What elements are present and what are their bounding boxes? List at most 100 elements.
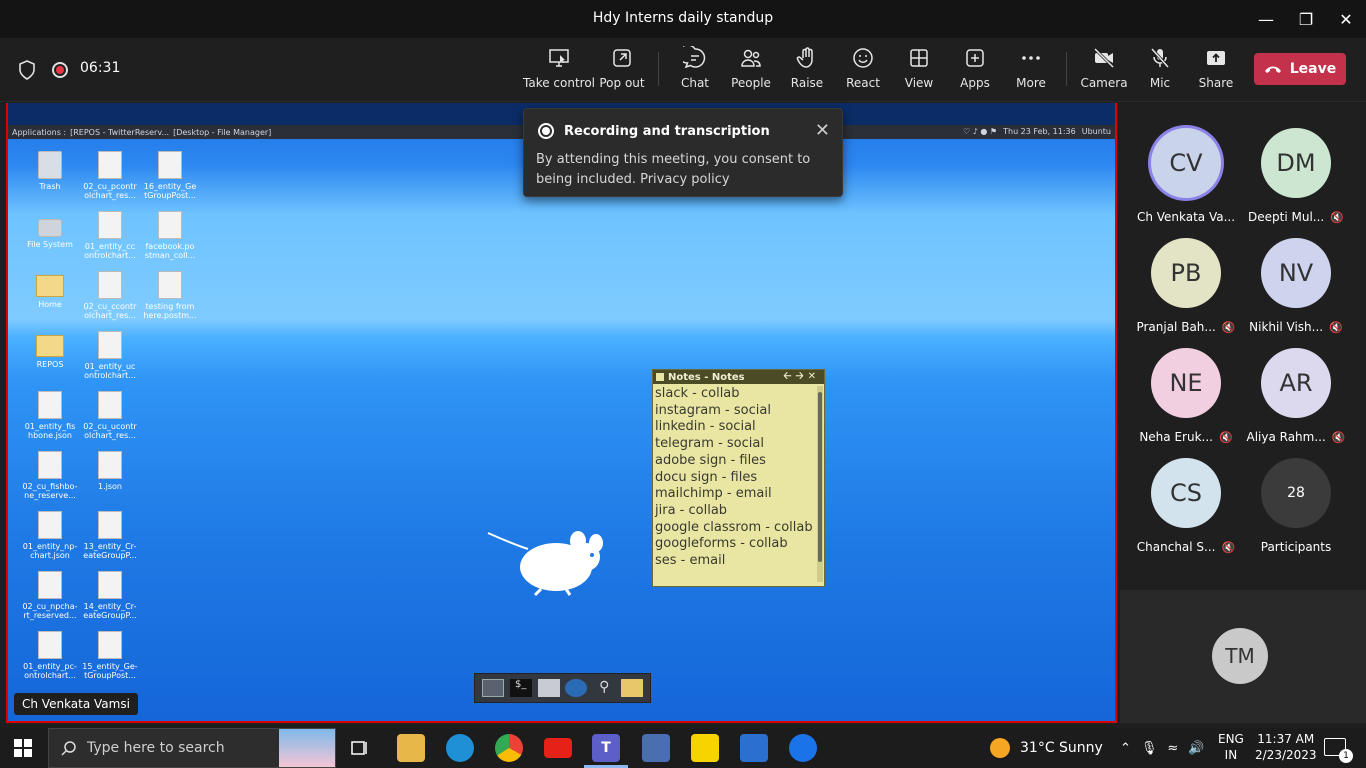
take-control-button[interactable]: Take control	[523, 46, 595, 98]
participant-tile[interactable]: CV Ch Venkata Va...	[1131, 128, 1241, 238]
home-folder-icon[interactable]	[537, 679, 560, 697]
desktop-icon[interactable]: 02_cu_pcontr olchart_res...	[80, 151, 140, 200]
camera-button[interactable]: Camera	[1080, 46, 1128, 98]
desktop-icon[interactable]: 01_entity_cc ontrolchart...	[80, 211, 140, 260]
desktop-icon[interactable]: 16_entity_Ge tGroupPost...	[140, 151, 200, 200]
taskbar-window-file-manager: [Desktop - File Manager]	[173, 127, 272, 137]
participant-name-row: Chanchal S... 🔇	[1131, 540, 1241, 554]
desktop-icon[interactable]: Trash	[20, 151, 80, 191]
language-indicator[interactable]: ENG IN	[1218, 731, 1244, 763]
volume-icon[interactable]: 🔊	[1188, 741, 1204, 756]
pop-out-button[interactable]: Pop out	[598, 46, 646, 98]
people-button[interactable]: People	[730, 46, 772, 98]
more-button[interactable]: More	[1012, 46, 1050, 98]
file-icon	[98, 271, 122, 299]
participant-tile[interactable]: CS Chanchal S... 🔇	[1131, 458, 1241, 568]
desktop-icon[interactable]: 01_entity_np- chart.json	[20, 511, 80, 560]
desktop-icon[interactable]: 02_cu_fishbo- ne_reserve...	[20, 451, 80, 500]
desktop-icon[interactable]: facebook.po stman_coll...	[140, 211, 200, 260]
notification-center-icon[interactable]: 1	[1324, 738, 1353, 763]
desktop-icon[interactable]: 01_entity_fis hbone.json	[20, 391, 80, 440]
app-finder-icon[interactable]: ⚲	[593, 679, 615, 697]
desktop-icon-label: 16_entity_Ge tGroupPost...	[143, 182, 197, 200]
raise-hand-button[interactable]: Raise	[788, 46, 826, 98]
desktop-icon-label: REPOS	[36, 360, 64, 369]
weather-widget[interactable]: 31°C Sunny	[990, 728, 1103, 768]
notes-line: slack - collab	[655, 386, 740, 401]
desktop-icon[interactable]: 02_cu_ucontr olchart_res...	[80, 391, 140, 440]
participant-name: Deepti Mul...	[1248, 210, 1325, 224]
restore-button[interactable]: ❐	[1286, 0, 1326, 38]
notification-body: By attending this meeting, you consent t…	[536, 152, 811, 187]
minimize-button[interactable]: —	[1246, 0, 1286, 38]
desktop-icon[interactable]: File System	[20, 211, 80, 249]
security-icon[interactable]	[740, 734, 768, 762]
toolbar-separator	[1066, 52, 1067, 86]
meeting-toolbar: 06:31 Take control Pop out Chat People R…	[0, 38, 1366, 102]
taskbar-search-box[interactable]: Type here to search	[48, 728, 336, 768]
apps-button[interactable]: Apps	[956, 46, 994, 98]
chrome-icon[interactable]	[495, 734, 523, 762]
presenter-name-label: Ch Venkata Vamsi	[14, 693, 138, 715]
terminal-icon[interactable]: $_	[509, 679, 532, 697]
leave-button[interactable]: Leave	[1254, 53, 1346, 85]
show-desktop-icon[interactable]	[481, 679, 504, 697]
file-icon	[98, 151, 122, 179]
youtube-icon[interactable]	[544, 738, 572, 758]
desktop-icon-label: testing from here.postm...	[143, 302, 197, 320]
grammarly-icon[interactable]	[789, 734, 817, 762]
notes-scrollbar[interactable]	[817, 386, 823, 582]
windows-start-icon[interactable]	[14, 739, 32, 757]
view-button[interactable]: View	[900, 46, 938, 98]
sticky-notes-icon[interactable]	[691, 734, 719, 762]
file-explorer-icon[interactable]	[397, 734, 425, 762]
participant-tile[interactable]: NE Neha Eruk... 🔇	[1131, 348, 1241, 458]
window-title: Hdy Interns daily standup	[592, 10, 774, 26]
remote-desktop-icon[interactable]	[642, 734, 670, 762]
desktop-icon[interactable]: 1.json	[80, 451, 140, 491]
task-view-icon[interactable]	[346, 734, 374, 762]
wifi-icon[interactable]: ≈	[1167, 741, 1178, 756]
participant-tile[interactable]: PB Pranjal Bah... 🔇	[1131, 238, 1241, 348]
notes-text-area[interactable]: slack - collab instagram - social linkedin…	[653, 384, 824, 572]
mic-off-icon	[1150, 48, 1170, 68]
participant-tile[interactable]: 28 Participants	[1241, 458, 1351, 568]
system-tray-icons: ♡ ♪ ● ⚑	[963, 127, 998, 136]
recording-icon	[538, 123, 554, 139]
microphone-icon[interactable]: 🎙	[1141, 741, 1158, 756]
shield-icon	[19, 60, 35, 80]
desktop-icon[interactable]: 14_entity_Cr- eateGroupP...	[80, 571, 140, 620]
chevron-up-icon[interactable]: ⌃	[1120, 741, 1131, 756]
file-icon	[98, 211, 122, 239]
participant-name-row: Nikhil Vish... 🔇	[1241, 320, 1351, 334]
close-icon[interactable]: ✕	[815, 120, 830, 141]
desktop-icon[interactable]: 02_cu_npcha- rt_reserved...	[20, 571, 80, 620]
participant-tile[interactable]: DM Deepti Mul... 🔇	[1241, 128, 1351, 238]
desktop-icon[interactable]: 13_entity_Cr- eateGroupP...	[80, 511, 140, 560]
desktop-icon-label: File System	[27, 240, 73, 249]
desktop-icon[interactable]: 01_entity_uc ontrolchart...	[80, 331, 140, 380]
avatar: NV	[1261, 238, 1331, 308]
notes-nav-arrows[interactable]: 🡠🡢✕	[783, 369, 820, 386]
muted-mic-icon: 🔇	[1218, 431, 1233, 444]
system-clock[interactable]: 11:37 AM 2/23/2023	[1255, 731, 1317, 763]
react-button[interactable]: React	[844, 46, 882, 98]
teams-icon[interactable]: T	[592, 734, 620, 762]
participant-name: Neha Eruk...	[1139, 430, 1213, 444]
edge-browser-icon[interactable]	[446, 734, 474, 762]
web-browser-icon[interactable]	[565, 679, 588, 697]
mic-button[interactable]: Mic	[1142, 46, 1178, 98]
files-folder-icon[interactable]	[621, 679, 644, 697]
desktop-icon[interactable]: 15_entity_Ge- tGroupPost...	[80, 631, 140, 680]
desktop-icon[interactable]: 02_cu_ccontr olchart_res...	[80, 271, 140, 320]
desktop-icon[interactable]: REPOS	[20, 331, 80, 369]
desktop-icon[interactable]: testing from here.postm...	[140, 271, 200, 320]
close-window-button[interactable]: ✕	[1326, 0, 1366, 38]
desktop-icon[interactable]: 01_entity_pc- ontrolchart...	[20, 631, 80, 680]
share-button[interactable]: Share	[1196, 46, 1236, 98]
participant-tile[interactable]: AR Aliya Rahm... 🔇	[1241, 348, 1351, 458]
muted-mic-icon: 🔇	[1329, 321, 1343, 334]
chat-button[interactable]: Chat	[676, 46, 714, 98]
desktop-icon[interactable]: Home	[20, 271, 80, 309]
participant-tile[interactable]: NV Nikhil Vish... 🔇	[1241, 238, 1351, 348]
